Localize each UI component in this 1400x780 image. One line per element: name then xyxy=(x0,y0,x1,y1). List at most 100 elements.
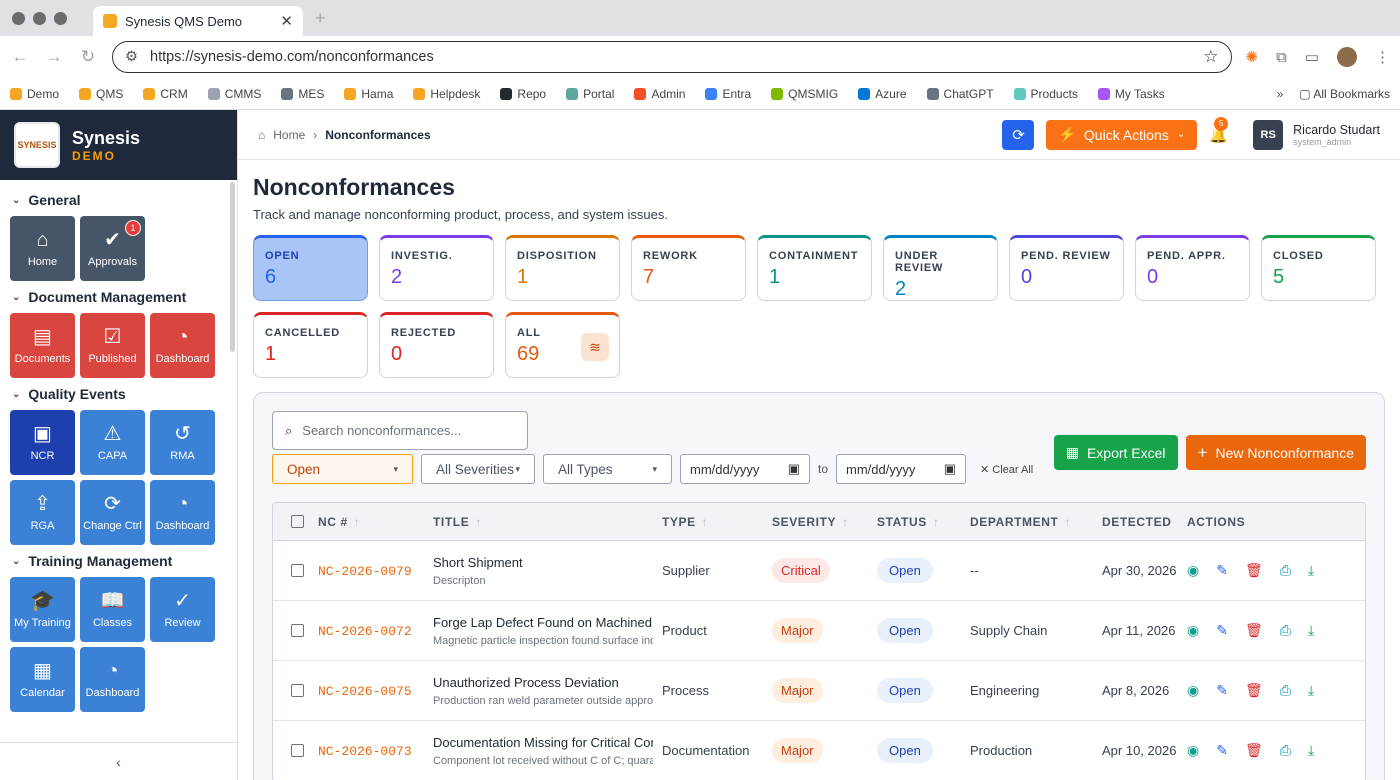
bookmark-cmms[interactable]: CMMS xyxy=(207,87,261,101)
print-icon[interactable]: ⎙ xyxy=(1280,742,1291,759)
status-card-under-review[interactable]: UNDER REVIEW 2 xyxy=(883,235,998,301)
date-to-input[interactable]: mm/dd/yyyy ▣ xyxy=(836,454,967,484)
download-icon[interactable]: ⤓ xyxy=(1308,742,1314,759)
status-card-rejected[interactable]: REJECTED 0 xyxy=(379,312,494,378)
bookmark-demo[interactable]: Demo xyxy=(10,87,59,101)
status-filter[interactable]: Open ▾ xyxy=(272,454,413,484)
view-icon[interactable]: ◉ xyxy=(1187,622,1199,639)
sidebar-tile-home[interactable]: ⌂ Home xyxy=(10,216,75,281)
column-header-type[interactable]: TYPE ↑ xyxy=(653,515,763,529)
profile-avatar[interactable] xyxy=(1337,47,1357,67)
column-header-severity[interactable]: SEVERITY ↑ xyxy=(763,515,868,529)
delete-icon[interactable]: 🗑 xyxy=(1245,562,1263,579)
bookmark-repo[interactable]: Repo xyxy=(500,87,546,101)
bookmark-azure[interactable]: Azure xyxy=(858,87,907,101)
sidebar-tile-classes[interactable]: 📖 Classes xyxy=(80,577,145,642)
severity-filter[interactable]: All Severities ▾ xyxy=(421,454,535,484)
sidebar-tile-published[interactable]: ☑ Published xyxy=(80,313,145,378)
bookmark-qms[interactable]: QMS xyxy=(79,87,123,101)
sidebar-section-header[interactable]: ⌄ Document Management xyxy=(12,289,227,305)
download-icon[interactable]: ⤓ xyxy=(1308,682,1314,699)
view-icon[interactable]: ◉ xyxy=(1187,742,1199,759)
back-icon[interactable]: ← xyxy=(10,47,30,67)
new-nonconformance-button[interactable]: + New Nonconformance xyxy=(1185,435,1366,470)
refresh-button[interactable]: ⟳ xyxy=(1002,119,1035,150)
bookmark-chatgpt[interactable]: ChatGPT xyxy=(926,87,994,101)
download-icon[interactable]: ⤓ xyxy=(1308,562,1314,579)
new-tab-icon[interactable]: + xyxy=(315,8,326,29)
delete-icon[interactable]: 🗑 xyxy=(1245,622,1263,639)
sort-arrow-icon[interactable]: ↑ xyxy=(933,515,940,529)
extension-icon[interactable]: ✺ xyxy=(1246,48,1259,66)
bookmark-products[interactable]: Products xyxy=(1013,87,1078,101)
status-card-all[interactable]: ALL 69 ≋ xyxy=(505,312,620,378)
table-row[interactable]: NC-2026-0079 Short Shipment Descripton Supp… xyxy=(273,541,1365,601)
all-bookmarks[interactable]: ▢ All Bookmarks xyxy=(1299,87,1390,101)
menu-icon[interactable]: ⋮ xyxy=(1375,48,1390,66)
bookmark-crm[interactable]: CRM xyxy=(143,87,188,101)
edit-icon[interactable]: ✎ xyxy=(1216,682,1228,699)
view-icon[interactable]: ◉ xyxy=(1187,562,1199,579)
sidebar-tile-dashboard[interactable]: ◔ Dashboard xyxy=(150,480,215,545)
bookmark-helpdesk[interactable]: Helpdesk xyxy=(413,87,480,101)
status-card-disposition[interactable]: DISPOSITION 1 xyxy=(505,235,620,301)
sort-arrow-icon[interactable]: ↑ xyxy=(702,515,709,529)
edit-icon[interactable]: ✎ xyxy=(1216,622,1228,639)
status-card-closed[interactable]: CLOSED 5 xyxy=(1261,235,1376,301)
window-controls[interactable] xyxy=(12,11,67,25)
clear-all-button[interactable]: ✕ Clear All xyxy=(980,463,1033,476)
sidebar-tile-documents[interactable]: ▤ Documents xyxy=(10,313,75,378)
row-checkbox[interactable] xyxy=(291,564,304,577)
bookmark-my-tasks[interactable]: My Tasks xyxy=(1097,87,1165,101)
sidebar-tile-dashboard[interactable]: ◔ Dashboard xyxy=(150,313,215,378)
view-icon[interactable]: ◉ xyxy=(1187,682,1199,699)
status-card-containment[interactable]: CONTAINMENT 1 xyxy=(757,235,872,301)
sort-arrow-icon[interactable]: ↑ xyxy=(842,515,849,529)
sort-arrow-icon[interactable]: ↑ xyxy=(1064,515,1071,529)
status-card-cancelled[interactable]: CANCELLED 1 xyxy=(253,312,368,378)
bookmarks-overflow-icon[interactable]: » xyxy=(1277,87,1284,101)
nc-number-link[interactable]: NC-2026-0079 xyxy=(318,564,412,579)
column-header-status[interactable]: STATUS ↑ xyxy=(868,515,961,529)
type-filter[interactable]: All Types ▾ xyxy=(543,454,672,484)
edit-icon[interactable]: ✎ xyxy=(1216,562,1228,579)
calendar-icon[interactable]: ▣ xyxy=(788,461,800,477)
delete-icon[interactable]: 🗑 xyxy=(1245,682,1263,699)
notifications-button[interactable]: 🔔 5 xyxy=(1209,116,1231,144)
column-header-title[interactable]: TITLE ↑ xyxy=(424,515,653,529)
quick-actions-button[interactable]: ⚡ Quick Actions ⌄ xyxy=(1046,119,1198,150)
search-input[interactable]: ⌕ Search nonconformances... xyxy=(272,411,528,450)
bookmark-hama[interactable]: Hama xyxy=(344,87,393,101)
sidebar-scrollbar[interactable] xyxy=(230,182,235,352)
edit-icon[interactable]: ✎ xyxy=(1216,742,1228,759)
nc-number-link[interactable]: NC-2026-0072 xyxy=(318,624,412,639)
status-card-pend-appr[interactable]: PEND. APPR. 0 xyxy=(1135,235,1250,301)
status-card-pend-review[interactable]: PEND. REVIEW 0 xyxy=(1009,235,1124,301)
nc-number-link[interactable]: NC-2026-0075 xyxy=(318,684,412,699)
column-header-detected[interactable]: DETECTED xyxy=(1093,515,1178,529)
print-icon[interactable]: ⎙ xyxy=(1280,562,1291,579)
row-checkbox[interactable] xyxy=(291,684,304,697)
sidebar-tile-calendar[interactable]: ▦ Calendar xyxy=(10,647,75,712)
forward-icon[interactable]: → xyxy=(44,47,64,67)
sidebar-tile-my-training[interactable]: 🎓 My Training xyxy=(10,577,75,642)
extensions-puzzle-icon[interactable]: ⧉ xyxy=(1276,49,1287,66)
status-card-investig[interactable]: INVESTIG. 2 xyxy=(379,235,494,301)
address-bar[interactable]: ⚙ https://synesis-demo.com/nonconformanc… xyxy=(112,41,1232,73)
reload-icon[interactable]: ↻ xyxy=(78,47,98,67)
sidebar-tile-change-ctrl[interactable]: ⟳ Change Ctrl xyxy=(80,480,145,545)
site-settings-icon[interactable]: ⚙ xyxy=(125,49,138,65)
status-card-rework[interactable]: REWORK 7 xyxy=(631,235,746,301)
sidebar-section-header[interactable]: ⌄ Training Management xyxy=(12,553,227,569)
browser-tab[interactable]: Synesis QMS Demo ✕ xyxy=(93,6,303,36)
home-icon[interactable]: ⌂ xyxy=(258,128,265,142)
sidebar-tile-rga[interactable]: ⇪ RGA xyxy=(10,480,75,545)
date-from-input[interactable]: mm/dd/yyyy ▣ xyxy=(680,454,810,484)
print-icon[interactable]: ⎙ xyxy=(1280,682,1291,699)
bookmark-qmsmig[interactable]: QMSMIG xyxy=(771,87,838,101)
column-header-nc[interactable]: NC # ↑ xyxy=(309,515,424,529)
reader-icon[interactable]: ▭ xyxy=(1305,48,1319,66)
download-icon[interactable]: ⤓ xyxy=(1308,622,1314,639)
export-excel-button[interactable]: ▦ Export Excel xyxy=(1053,435,1178,470)
sidebar-section-header[interactable]: ⌄ General xyxy=(12,192,227,208)
